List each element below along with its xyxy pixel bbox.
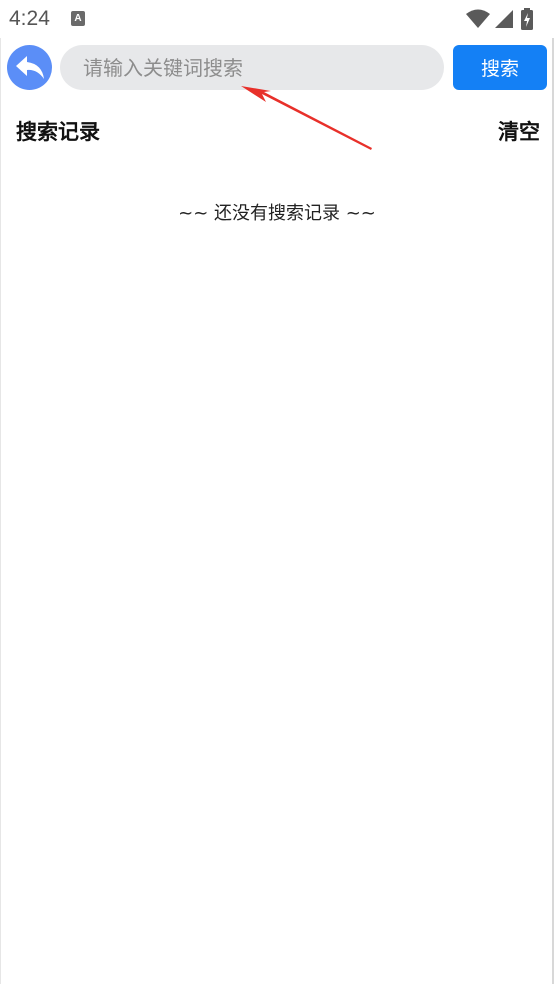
app-notification-icon: A	[71, 11, 85, 26]
back-arrow-icon	[16, 56, 44, 79]
search-button[interactable]: 搜索	[453, 45, 547, 90]
search-input[interactable]	[60, 45, 444, 90]
empty-history-message: ~~ 还没有搜索记录 ~~	[178, 203, 376, 224]
battery-charging-icon	[521, 8, 533, 30]
back-button[interactable]	[7, 45, 52, 90]
history-title: 搜索记录	[16, 120, 100, 144]
cellular-signal-icon	[495, 10, 513, 28]
wifi-icon	[466, 9, 490, 28]
clear-history-button[interactable]: 清空	[498, 116, 540, 146]
history-header: 搜索记录 清空	[0, 110, 554, 150]
status-time: 4:24	[9, 7, 50, 30]
left-border	[0, 38, 1, 984]
status-bar: 4:24 A	[0, 0, 554, 38]
search-toolbar: 搜索	[0, 38, 554, 96]
status-icons	[466, 8, 546, 30]
